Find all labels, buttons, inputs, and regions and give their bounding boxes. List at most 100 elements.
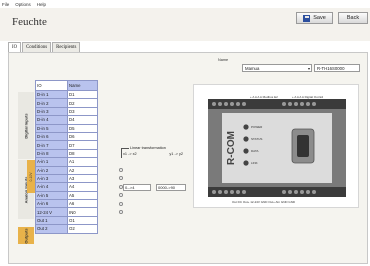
led-link-label: LINK	[251, 161, 258, 165]
transform-axes: x1 -> x2 y1 -> y2	[123, 152, 183, 156]
io-cell: A-in 3	[35, 173, 68, 184]
name-cell[interactable]: A4	[67, 182, 98, 192]
group-outputs: Outputs	[18, 227, 34, 244]
io-cell: A-in 2	[35, 165, 68, 175]
table-row: D-in 2 D2	[35, 98, 98, 108]
name-cell[interactable]: D1	[67, 89, 98, 100]
io-cell: D-in 3	[35, 106, 68, 117]
page-title: Feuchte	[12, 16, 47, 28]
table-row: D-in 4 D4	[35, 115, 98, 125]
io-cell: D-in 1	[35, 89, 68, 100]
table-row: A-in 6 A6	[35, 199, 98, 209]
name-cell[interactable]: D8	[67, 148, 98, 159]
table-row: Out 1 O1	[35, 215, 98, 226]
table-row: D-in 3 D3	[35, 106, 98, 117]
io-table: IO Name D-in 1 D1 D-in 2 D2 D-in 3 D3 D-in 4 D4…	[35, 80, 98, 234]
device-front-panel	[222, 113, 332, 183]
tab-conditions[interactable]: Conditions	[22, 42, 52, 52]
transform-input-x[interactable]: 0-->4	[123, 184, 151, 191]
name-cell[interactable]: A1	[67, 157, 98, 167]
device-brand: R-COM	[226, 131, 237, 165]
io-cell: Out 2	[35, 224, 68, 234]
name-cell[interactable]: A3	[67, 173, 98, 184]
tab-bar: IO Conditions Recipients	[8, 42, 81, 52]
transform-bracket-tick	[121, 148, 129, 149]
io-cell: A-in 5	[35, 190, 68, 201]
device-bottom-label: Out DC Out+ 12-24V GND Out+ AIn GND GND	[232, 200, 296, 204]
group-analog-range: 0-10V	[27, 160, 35, 193]
table-row: A-in 1 A1	[35, 157, 98, 167]
table-row: D-in 5 D5	[35, 123, 98, 133]
name-cell[interactable]: O2	[67, 224, 98, 234]
name-cell[interactable]: D5	[67, 123, 98, 133]
table-row: A-in 5 A5	[35, 190, 98, 201]
name-cell[interactable]: A5	[67, 190, 98, 201]
table-row: D-in 7 D7	[35, 140, 98, 150]
io-cell: 12-24 V	[35, 207, 68, 217]
transform-radio-a6[interactable]	[119, 210, 123, 214]
serial-port-socket	[297, 135, 309, 157]
transform-x-label: x1 -> x2	[123, 152, 137, 156]
table-row: A-in 4 A4	[35, 182, 98, 192]
io-cell: A-in 4	[35, 182, 68, 192]
transform-radio-a4[interactable]	[119, 193, 123, 197]
table-row: A-in 3 A3	[35, 173, 98, 184]
table-row: D-in 6 D6	[35, 131, 98, 142]
sensor-name-label: Name	[218, 58, 229, 62]
menu-bar: File Options Help	[0, 0, 370, 8]
table-row: Out 2 O2	[35, 224, 98, 234]
sensor-select-value: Mamua	[245, 66, 260, 71]
io-cell: D-in 4	[35, 115, 68, 125]
name-cell[interactable]: D6	[67, 131, 98, 142]
save-button[interactable]: Save	[296, 12, 333, 24]
name-cell[interactable]: IN0	[67, 207, 98, 217]
table-row: D-in 1 D1	[35, 89, 98, 100]
io-cell: A-in 1	[35, 157, 68, 167]
menu-help[interactable]: Help	[37, 2, 46, 7]
save-button-label: Save	[313, 15, 326, 21]
io-cell: A-in 6	[35, 199, 68, 209]
tab-recipients[interactable]: Recipients	[52, 42, 81, 52]
io-cell: Out 1	[35, 215, 68, 226]
name-cell[interactable]: A2	[67, 165, 98, 175]
table-header: IO Name	[35, 80, 98, 91]
name-cell[interactable]: O1	[67, 215, 98, 226]
sensor-select[interactable]: Mamua ▾	[242, 64, 312, 72]
device-bottom-terminals	[208, 187, 346, 197]
transform-bracket	[121, 148, 122, 158]
sensor-id-field[interactable]: R-TH16S0000	[314, 64, 360, 72]
tab-io[interactable]: IO	[8, 42, 22, 52]
device-top-left-label: + A A A A Modbus E2	[250, 95, 278, 99]
back-button-label: Back	[346, 15, 360, 21]
name-cell[interactable]: D2	[67, 98, 98, 108]
back-button[interactable]: Back	[338, 12, 368, 24]
name-cell[interactable]: D4	[67, 115, 98, 125]
name-cell[interactable]: D7	[67, 140, 98, 150]
io-cell: D-in 8	[35, 148, 68, 159]
menu-file[interactable]: File	[2, 2, 9, 7]
chevron-down-icon: ▾	[307, 66, 310, 71]
transform-radio-a2[interactable]	[119, 176, 123, 180]
io-cell: D-in 5	[35, 123, 68, 133]
led-power-label: POWER	[251, 125, 263, 129]
table-row: A-in 2 A2	[35, 165, 98, 175]
transform-radio-a5[interactable]	[119, 202, 123, 206]
menu-options[interactable]: Options	[15, 2, 31, 7]
table-row: 12-24 V IN0	[35, 207, 98, 217]
transform-y-label: y1 -> y2	[169, 152, 183, 156]
transform-input-y[interactable]: 0000->90	[156, 184, 186, 191]
device-top-terminals	[208, 99, 346, 109]
led-status-label: STATUS	[251, 137, 262, 141]
transform-radio-a1[interactable]	[119, 168, 123, 172]
io-cell: D-in 6	[35, 131, 68, 142]
io-cell: D-in 2	[35, 98, 68, 108]
device-illustration: + A A A A Modbus E2 + A A A A Digital Ou…	[208, 95, 346, 204]
device-image: + A A A A Modbus E2 + A A A A Digital Ou…	[193, 84, 359, 208]
name-cell[interactable]: A6	[67, 199, 98, 209]
led-data-label: DATA	[251, 149, 259, 153]
device-top-right-label: + A A A A Digital Out E2	[292, 95, 323, 99]
name-cell[interactable]: D3	[67, 106, 98, 117]
group-digital-inputs: Digital Inputs	[18, 92, 34, 159]
io-cell: D-in 7	[35, 140, 68, 150]
transform-label: Linear transformation	[130, 146, 166, 150]
